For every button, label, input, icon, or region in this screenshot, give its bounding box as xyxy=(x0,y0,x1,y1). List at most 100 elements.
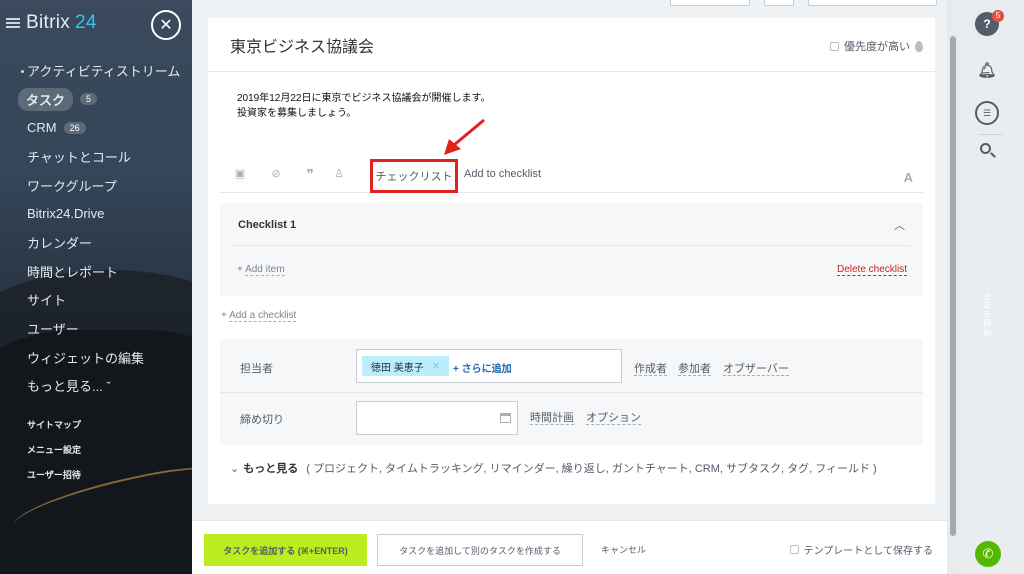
sidebar-item-chat[interactable]: チャットとコール xyxy=(0,142,192,171)
chevron-up-icon[interactable]: ︿ xyxy=(894,217,905,233)
save-as-template-toggle[interactable]: テンプレートとして保存する xyxy=(789,542,933,557)
chat-icon[interactable]: ☰ xyxy=(975,101,999,125)
add-and-create-another-button[interactable]: タスクを追加して別のタスクを作成する xyxy=(377,534,583,566)
task-title-input[interactable]: 東京ビジネス協議会 xyxy=(230,33,374,57)
checklist-button[interactable]: チェックリスト xyxy=(370,159,458,193)
add-checklist-link[interactable]: + Add a checklist xyxy=(221,310,297,322)
sidebar-item-label: CRM xyxy=(27,120,57,136)
scrollbar-thumb[interactable] xyxy=(950,36,956,536)
dot-icon xyxy=(21,70,24,73)
logo-text: Bitrix xyxy=(26,12,71,33)
delete-checklist-link[interactable]: Delete checklist xyxy=(836,264,907,276)
sidebar-item-activity-stream[interactable]: アクティビティストリーム xyxy=(0,56,192,85)
time-planning-link[interactable]: 時間計画 xyxy=(530,412,574,425)
sidebar: Bitrix 24 ✕ アクティビティストリーム タスク 5 CRM 26 チャットと… xyxy=(0,0,192,574)
bottom-action-bar: タスクを追加する (⌘+ENTER) タスクを追加して別のタスクを作成する キャ… xyxy=(192,520,947,574)
chevron-down-icon: ⌄ xyxy=(230,463,240,475)
sidebar-item-workgroups[interactable]: ワークグループ xyxy=(0,171,192,200)
sidebar-item-sites[interactable]: サイト xyxy=(0,286,192,315)
sidebar-item-tasks[interactable]: タスク 5 xyxy=(0,85,192,114)
sidebar-item-label: サイト xyxy=(27,293,67,309)
close-slider-button[interactable]: ✕ xyxy=(151,10,181,40)
search-icon[interactable] xyxy=(980,143,991,154)
task-edit-card: 東京ビジネス協議会 優先度が高い 2019年12月22日に東京でビジネス協議会が… xyxy=(208,18,935,504)
sidebar-link-sitemap[interactable]: サイトマップ xyxy=(27,418,81,431)
editor-toolbar: ▣ ⊘ ❞ ♙ チェックリスト Add to checklist A xyxy=(220,155,923,193)
top-toolbar-button[interactable] xyxy=(670,0,750,6)
role-link-observers[interactable]: オブザーバー xyxy=(723,363,789,376)
sidebar-item-label: もっと見る... ˇ xyxy=(27,379,111,395)
role-link-participants[interactable]: 参加者 xyxy=(678,363,711,376)
user-chip[interactable]: 徳田 美恵子 ✕ xyxy=(362,356,450,376)
crm-counter-badge: 26 xyxy=(63,121,86,134)
sidebar-link-invite-users[interactable]: ユーザー招待 xyxy=(27,468,81,481)
tasks-counter-badge: 5 xyxy=(80,93,98,106)
sidebar-item-label: Bitrix24.Drive xyxy=(27,206,105,222)
priority-label: 優先度が高い xyxy=(844,41,910,53)
quote-icon[interactable]: ❞ xyxy=(304,167,316,181)
user-chip-name: 徳田 美恵子 xyxy=(371,362,424,374)
sidebar-item-label: ワークグループ xyxy=(27,178,117,194)
user-mention-icon[interactable]: ♙ xyxy=(333,168,345,180)
save-template-checkbox[interactable] xyxy=(789,545,799,554)
video-icon[interactable]: ▣ xyxy=(234,168,246,180)
start-conversation-label[interactable]: 会話を開始 xyxy=(982,292,993,337)
sidebar-item-calendar[interactable]: カレンダー xyxy=(0,228,192,257)
sidebar-item-label: カレンダー xyxy=(27,235,93,251)
add-task-button[interactable]: タスクを追加する (⌘+ENTER) xyxy=(204,534,367,566)
text-format-icon[interactable]: A xyxy=(904,170,913,185)
add-item-link[interactable]: + Add item xyxy=(237,264,285,276)
sidebar-item-time-reports[interactable]: 時間とレポート xyxy=(0,257,192,286)
divider xyxy=(232,245,911,246)
add-to-checklist-button[interactable]: Add to checklist xyxy=(464,168,541,180)
more-items-list: ( プロジェクト, タイムトラッキング, リマインダー, 繰り返し, ガントチャ… xyxy=(306,463,877,475)
sidebar-item-label: アクティビティストリーム xyxy=(27,63,181,79)
deadline-input[interactable] xyxy=(356,401,518,435)
checklist-panel: Checklist 1 ︿ + Add item Delete checklis… xyxy=(220,203,923,296)
sidebar-link-menu-settings[interactable]: メニュー設定 xyxy=(27,443,81,456)
sidebar-item-users[interactable]: ユーザー xyxy=(0,314,192,343)
sidebar-item-drive[interactable]: Bitrix24.Drive xyxy=(0,199,192,228)
top-toolbar-button[interactable] xyxy=(808,0,937,6)
sidebar-item-more[interactable]: もっと見る... ˇ xyxy=(0,372,192,401)
link-icon[interactable]: ⊘ xyxy=(270,168,282,180)
hamburger-menu-icon[interactable] xyxy=(6,18,20,28)
assignee-selector[interactable]: 徳田 美恵子 ✕ + さらに追加 xyxy=(356,349,622,383)
sidebar-item-label: ウィジェットの編集 xyxy=(27,350,145,366)
divider xyxy=(978,134,1003,135)
add-checklist-label: Add a checklist xyxy=(229,310,297,322)
divider xyxy=(220,392,923,393)
more-label: もっと見る xyxy=(243,463,299,475)
flame-icon xyxy=(915,40,923,52)
role-link-creator[interactable]: 作成者 xyxy=(634,363,667,376)
save-template-label: テンプレートとして保存する xyxy=(803,546,933,557)
remove-icon[interactable]: ✕ xyxy=(432,361,440,372)
cancel-button[interactable]: キャンセル xyxy=(601,543,646,556)
task-title-row: 東京ビジネス協議会 優先度が高い xyxy=(208,18,935,72)
options-link[interactable]: オプション xyxy=(586,412,641,425)
calendar-icon[interactable] xyxy=(500,413,511,423)
sidebar-item-label: 時間とレポート xyxy=(27,264,119,280)
sidebar-item-label: ユーザー xyxy=(27,322,79,338)
right-panel: ? 5 🔔︎ ☰ 会話を開始 ✆ xyxy=(958,0,1024,574)
top-toolbar-button[interactable] xyxy=(764,0,794,6)
priority-toggle[interactable]: 優先度が高い xyxy=(830,38,923,54)
priority-checkbox[interactable] xyxy=(830,41,839,51)
checklist-title[interactable]: Checklist 1 xyxy=(238,219,296,231)
logo-number: 24 xyxy=(75,12,97,33)
annotation-arrow xyxy=(444,118,485,155)
sidebar-item-crm[interactable]: CRM 26 xyxy=(0,113,192,142)
sidebar-item-edit-widgets[interactable]: ウィジェットの編集 xyxy=(0,343,192,372)
sidebar-nav: アクティビティストリーム タスク 5 CRM 26 チャットとコール ワークグループ… xyxy=(0,56,192,400)
help-badge: 5 xyxy=(992,10,1004,22)
logo-row: Bitrix 24 xyxy=(6,12,97,34)
close-icon: ✕ xyxy=(159,17,173,34)
description-line: 2019年12月22日に東京でビジネス協議会が開催します。 xyxy=(237,93,491,104)
bell-icon[interactable]: 🔔︎ xyxy=(975,58,999,82)
logo[interactable]: Bitrix 24 xyxy=(26,12,97,34)
more-options-row[interactable]: ⌄ もっと見る ( プロジェクト, タイムトラッキング, リマインダー, 繰り返し,… xyxy=(230,460,877,476)
add-more-users-button[interactable]: + さらに追加 xyxy=(453,360,512,375)
checklist-button-label: チェックリスト xyxy=(375,171,453,183)
deadline-label: 締め切り xyxy=(240,414,284,426)
phone-icon[interactable]: ✆ xyxy=(975,541,1001,567)
